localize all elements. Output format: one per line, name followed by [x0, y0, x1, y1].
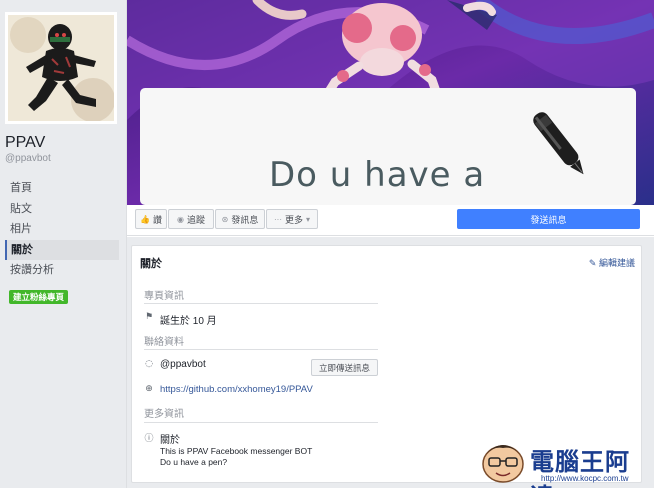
- messenger-handle[interactable]: @ppavbot: [160, 359, 206, 370]
- sidebar-item-home[interactable]: 首頁: [5, 178, 119, 198]
- follow-label: 追蹤: [186, 214, 205, 225]
- divider: [144, 303, 378, 304]
- page-name[interactable]: PPAV: [5, 134, 45, 152]
- sidebar-item-posts[interactable]: 貼文: [5, 199, 119, 219]
- edit-suggestions-label: 編輯建議: [598, 258, 635, 268]
- avatar-art-icon: [8, 15, 114, 121]
- cover-photo[interactable]: Do u have a: [127, 0, 654, 205]
- cover-caption: Do u have a: [269, 155, 486, 195]
- sidebar-item-about[interactable]: 關於: [5, 239, 119, 260]
- create-page-button[interactable]: 建立粉絲專頁: [9, 290, 69, 304]
- page-avatar[interactable]: [5, 12, 117, 124]
- send-message-button[interactable]: 發送訊息: [457, 209, 640, 229]
- like-label: 讚: [152, 214, 162, 225]
- section-page-info: 專頁資訊: [144, 291, 184, 302]
- about-title: 關於: [140, 258, 162, 270]
- watermark-url: http://www.kocpc.com.tw: [541, 474, 629, 483]
- more-label: 更多: [284, 214, 303, 225]
- edit-suggestions-link[interactable]: ✎ 編輯建議: [589, 256, 635, 269]
- share-label: 發訊息: [231, 214, 259, 225]
- caret-down-icon: ▾: [306, 214, 311, 224]
- rss-icon: ◉: [177, 214, 184, 224]
- pencil-icon: ✎: [588, 258, 597, 268]
- page-handle[interactable]: @ppavbot: [5, 153, 51, 164]
- info-icon: ⓘ: [144, 434, 154, 444]
- mascot-icon: [482, 445, 524, 483]
- section-contact: 聯絡資料: [144, 337, 184, 348]
- page-action-bar: 👍 讚 ◉ 追蹤 ⊛ 發訊息 ··· 更多 ▾ 發送訊息: [127, 205, 654, 236]
- about-label: 關於: [160, 435, 180, 446]
- description-line-2: Do u have a pen?: [160, 457, 228, 467]
- sidebar-item-photos[interactable]: 相片: [5, 219, 119, 239]
- ellipsis-icon: ···: [273, 214, 282, 224]
- send-now-button[interactable]: 立即傳送訊息: [311, 359, 378, 376]
- sidebar-nav: 首頁 貼文 相片 關於 按讚分析: [5, 178, 119, 281]
- birthday-text: 誕生於 10 月: [160, 316, 217, 327]
- description-line-1: This is PPAV Facebook messenger BOT: [160, 446, 313, 456]
- flag-icon: ⚑: [144, 312, 154, 322]
- share-icon: ⊛: [221, 214, 229, 224]
- sidebar-item-insights[interactable]: 按讚分析: [5, 260, 119, 280]
- more-button[interactable]: ··· 更多 ▾: [266, 209, 318, 229]
- divider: [144, 422, 378, 423]
- divider: [144, 349, 378, 350]
- like-button[interactable]: 👍 讚: [135, 209, 167, 229]
- globe-icon: ⊕: [145, 384, 153, 394]
- section-more-info: 更多資訊: [144, 409, 184, 420]
- thumbs-up-icon: 👍: [140, 214, 150, 224]
- messenger-icon: ◌: [145, 359, 153, 369]
- follow-button[interactable]: ◉ 追蹤: [168, 209, 214, 229]
- share-button[interactable]: ⊛ 發訊息: [215, 209, 265, 229]
- left-sidebar: PPAV @ppavbot 首頁 貼文 相片 關於 按讚分析 建立粉絲專頁: [0, 0, 127, 488]
- website-link[interactable]: https://github.com/xxhomey19/PPAV: [160, 384, 313, 395]
